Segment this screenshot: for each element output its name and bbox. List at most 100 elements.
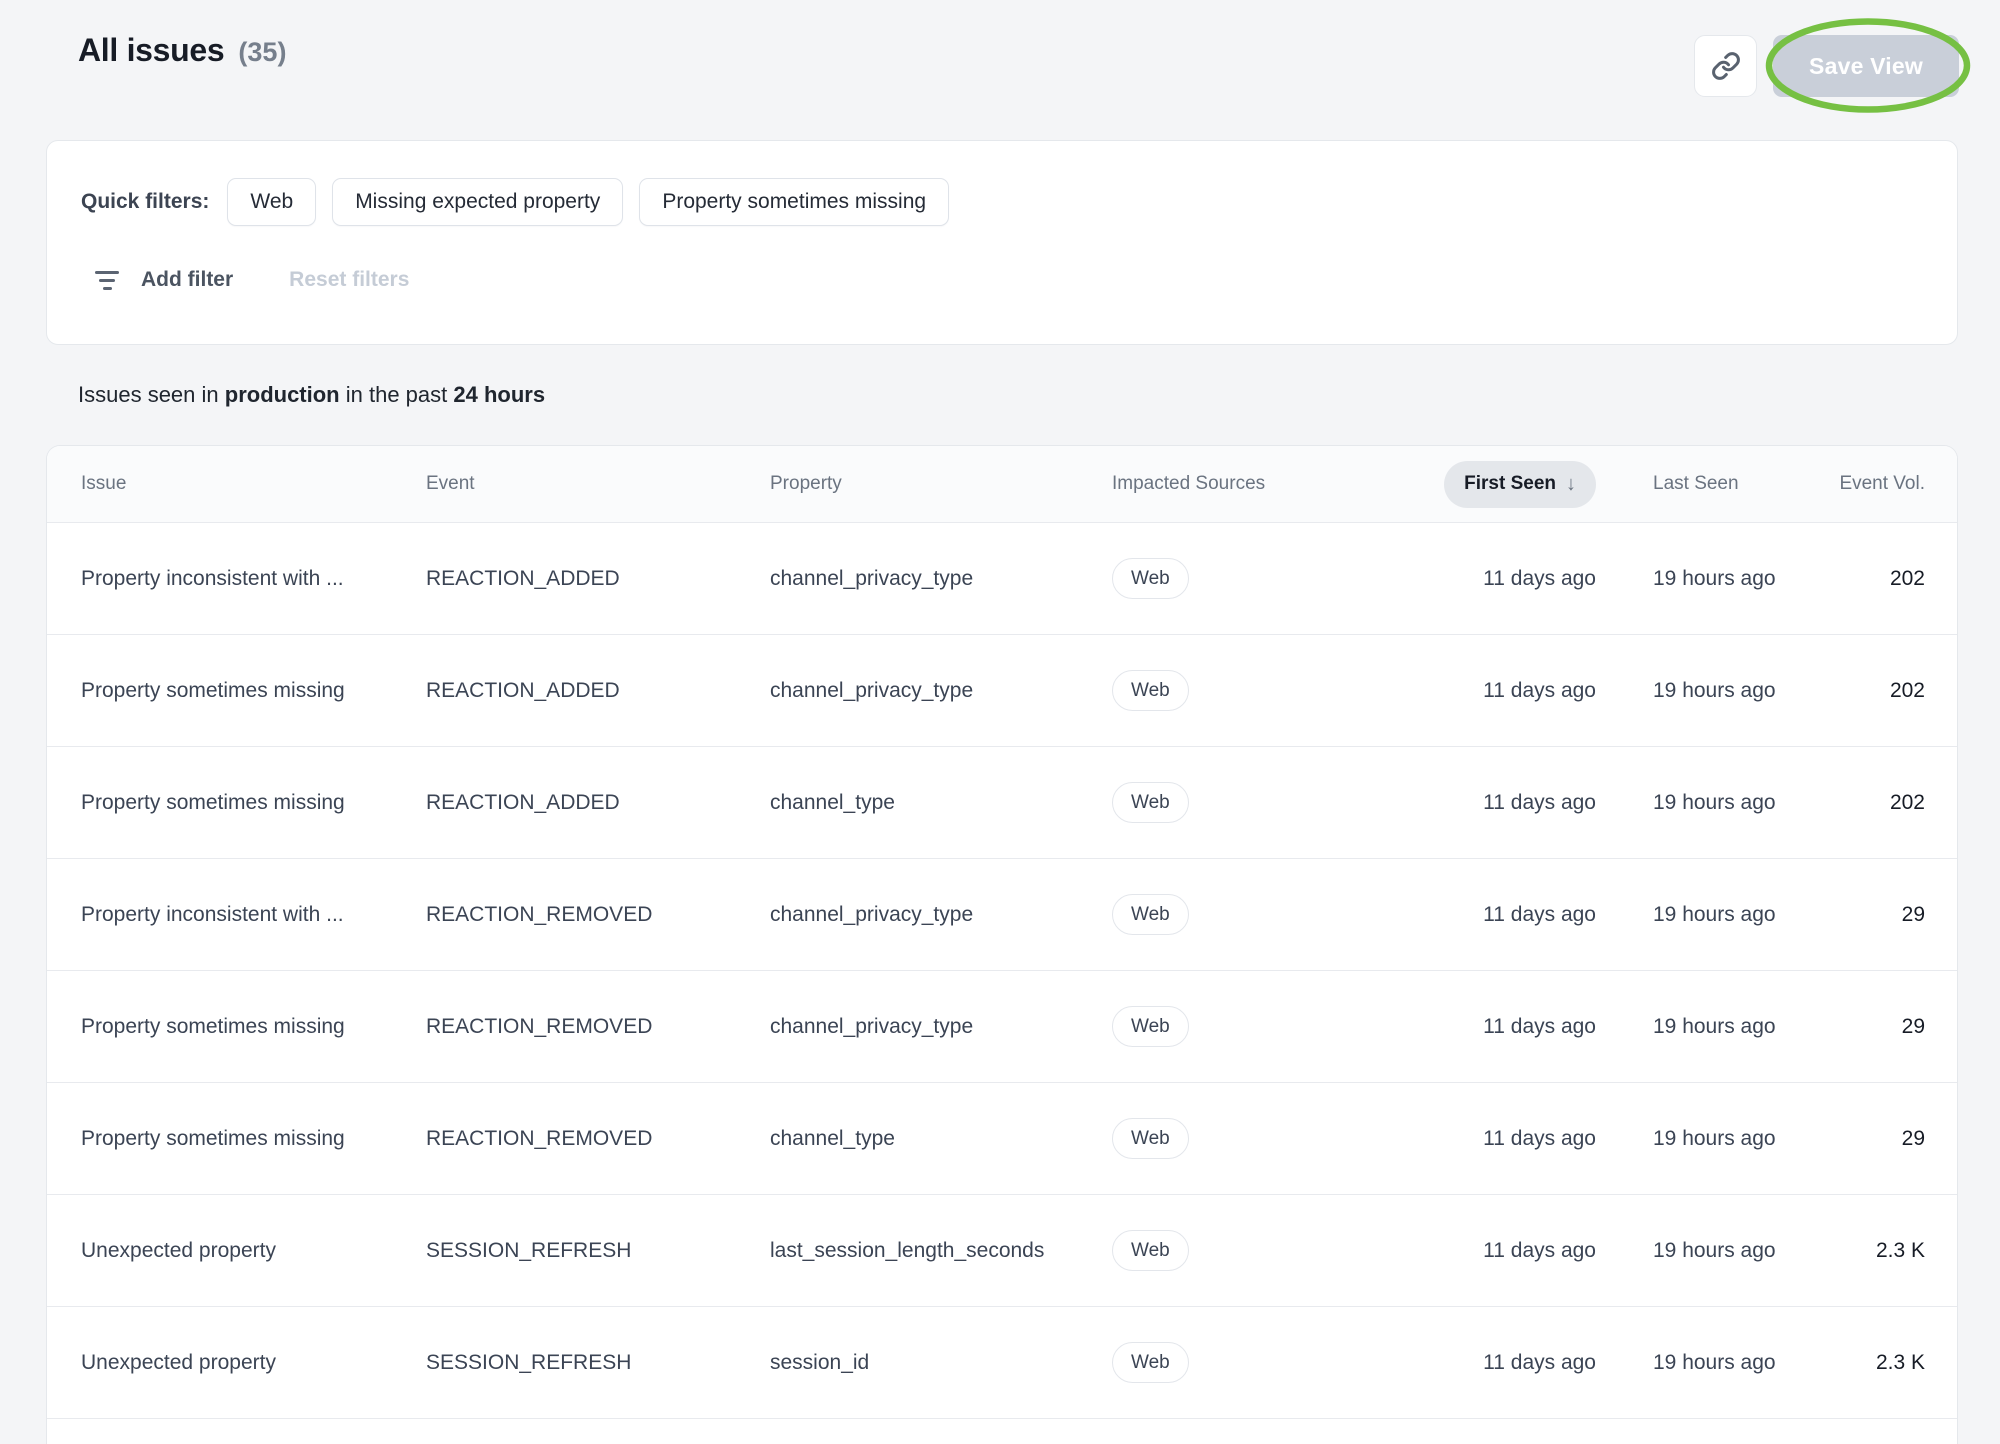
link-icon <box>1711 51 1741 81</box>
quick-filters-panel: Quick filters: Web Missing expected prop… <box>46 140 1958 345</box>
sort-desc-arrow-icon: ↓ <box>1566 473 1576 496</box>
issue-text: Unexpected property <box>81 1351 276 1374</box>
property-cell: last_session_length_seconds <box>736 1239 1081 1263</box>
table-row[interactable]: Property inconsistent with ... REACTION_… <box>47 523 1957 635</box>
first-seen-cell: 11 days ago <box>1401 1127 1598 1151</box>
save-view-button[interactable]: Save View <box>1773 35 1959 97</box>
last-seen-text: 19 hours ago <box>1653 1015 1776 1038</box>
first-seen-text: 11 days ago <box>1483 567 1596 591</box>
first-seen-text: 11 days ago <box>1483 903 1596 927</box>
issue-cell: Property inconsistent with ... <box>47 567 392 591</box>
issue-text: Property inconsistent with ... <box>81 567 344 590</box>
issue-cell: Unexpected property <box>47 1351 392 1375</box>
event-text: REACTION_ADDED <box>426 679 620 702</box>
event-volume-cell: 29 <box>1813 903 1957 927</box>
impacted-sources-cell: Web <box>1081 1342 1401 1383</box>
event-volume-cell: 202 <box>1813 791 1957 815</box>
property-text: last_session_length_seconds <box>770 1239 1044 1262</box>
column-header-event-vol[interactable]: Event Vol. <box>1813 473 1957 495</box>
table-header-row: Issue Event Property Impacted Sources Fi… <box>47 446 1957 523</box>
impacted-sources-cell: Web <box>1081 558 1401 599</box>
quick-filters-row: Quick filters: Web Missing expected prop… <box>81 178 1923 226</box>
copy-link-button[interactable] <box>1694 35 1757 97</box>
sort-pill-first-seen[interactable]: First Seen ↓ <box>1444 461 1596 508</box>
first-seen-cell: 11 days ago <box>1401 791 1598 815</box>
event-cell: REACTION_ADDED <box>392 567 736 591</box>
last-seen-text: 19 hours ago <box>1653 791 1776 814</box>
table-row[interactable]: Unexpected property SESSION_REFRESH last… <box>47 1195 1957 1307</box>
event-volume-cell: 29 <box>1813 1015 1957 1039</box>
table-row[interactable]: Property sometimes missing REACTION_REMO… <box>47 1083 1957 1195</box>
filter-actions-row: Add filter Reset filters <box>94 266 1923 294</box>
first-seen-text: 11 days ago <box>1483 1239 1596 1263</box>
column-header-property[interactable]: Property <box>736 473 1081 495</box>
table-row[interactable]: Property sometimes missing REACTION_ADDE… <box>47 635 1957 747</box>
property-cell: channel_type <box>736 1127 1081 1151</box>
issue-text: Unexpected property <box>81 1239 276 1262</box>
last-seen-cell: 19 hours ago <box>1598 903 1813 927</box>
table-row[interactable]: Property sometimes missing REACTION_ADDE… <box>47 747 1957 859</box>
property-text: channel_type <box>770 1127 895 1150</box>
filter-icon <box>94 271 120 290</box>
impacted-sources-cell: Web <box>1081 1006 1401 1047</box>
quick-filter-chip-web[interactable]: Web <box>227 178 316 226</box>
last-seen-text: 19 hours ago <box>1653 679 1776 702</box>
property-text: session_id <box>770 1351 869 1374</box>
event-volume-cell: 2.3 K <box>1813 1351 1957 1375</box>
column-header-first-seen[interactable]: First Seen ↓ <box>1401 461 1598 508</box>
event-volume-cell: 29 <box>1813 1127 1957 1151</box>
last-seen-cell: 19 hours ago <box>1598 1015 1813 1039</box>
table-row[interactable]: Property sometimes missing REACTION_REMO… <box>47 971 1957 1083</box>
source-badge: Web <box>1112 558 1189 599</box>
quick-filters-label: Quick filters: <box>81 190 209 214</box>
last-seen-cell: 19 hours ago <box>1598 1127 1813 1151</box>
first-seen-text: 11 days ago <box>1483 1015 1596 1039</box>
quick-filter-chip-property-sometimes-missing[interactable]: Property sometimes missing <box>639 178 949 226</box>
page-header: All issues (35) Save View <box>0 0 2000 140</box>
scope-window: 24 hours <box>453 382 545 407</box>
first-seen-text: 11 days ago <box>1483 1127 1596 1151</box>
quick-filter-chip-missing-expected-property[interactable]: Missing expected property <box>332 178 623 226</box>
issue-cell: Property sometimes missing <box>47 679 392 703</box>
column-header-last-seen[interactable]: Last Seen <box>1598 473 1813 495</box>
table-body: Property inconsistent with ... REACTION_… <box>47 523 1957 1419</box>
add-filter-button[interactable]: Add filter <box>94 268 233 292</box>
reset-filters-button[interactable]: Reset filters <box>289 268 409 292</box>
first-seen-cell: 11 days ago <box>1401 1239 1598 1263</box>
scope-middle: in the past <box>340 382 454 407</box>
source-badge: Web <box>1112 1230 1189 1271</box>
last-seen-text: 19 hours ago <box>1653 1239 1776 1262</box>
property-text: channel_privacy_type <box>770 567 973 590</box>
first-seen-cell: 11 days ago <box>1401 1015 1598 1039</box>
event-volume-text: 29 <box>1902 1127 1925 1151</box>
header-actions: Save View <box>1694 35 1959 97</box>
source-badge: Web <box>1112 1006 1189 1047</box>
property-cell: channel_type <box>736 791 1081 815</box>
column-header-issue[interactable]: Issue <box>47 473 392 495</box>
last-seen-text: 19 hours ago <box>1653 567 1776 590</box>
last-seen-text: 19 hours ago <box>1653 903 1776 926</box>
impacted-sources-cell: Web <box>1081 670 1401 711</box>
last-seen-text: 19 hours ago <box>1653 1127 1776 1150</box>
source-badge: Web <box>1112 782 1189 823</box>
property-text: channel_type <box>770 791 895 814</box>
table-row[interactable]: Unexpected property SESSION_REFRESH sess… <box>47 1307 1957 1419</box>
event-cell: REACTION_REMOVED <box>392 903 736 927</box>
event-volume-text: 2.3 K <box>1876 1239 1925 1263</box>
column-header-impacted-sources[interactable]: Impacted Sources <box>1081 473 1401 495</box>
event-volume-cell: 202 <box>1813 679 1957 703</box>
column-header-event[interactable]: Event <box>392 473 736 495</box>
event-cell: REACTION_REMOVED <box>392 1127 736 1151</box>
scope-line: Issues seen in production in the past 24… <box>78 382 2000 408</box>
first-seen-text: 11 days ago <box>1483 679 1596 703</box>
impacted-sources-cell: Web <box>1081 782 1401 823</box>
issue-text: Property inconsistent with ... <box>81 903 344 926</box>
first-seen-cell: 11 days ago <box>1401 679 1598 703</box>
impacted-sources-cell: Web <box>1081 1230 1401 1271</box>
last-seen-text: 19 hours ago <box>1653 1351 1776 1374</box>
last-seen-cell: 19 hours ago <box>1598 791 1813 815</box>
property-cell: session_id <box>736 1351 1081 1375</box>
table-row[interactable]: Property inconsistent with ... REACTION_… <box>47 859 1957 971</box>
event-text: REACTION_ADDED <box>426 567 620 590</box>
source-badge: Web <box>1112 1342 1189 1383</box>
